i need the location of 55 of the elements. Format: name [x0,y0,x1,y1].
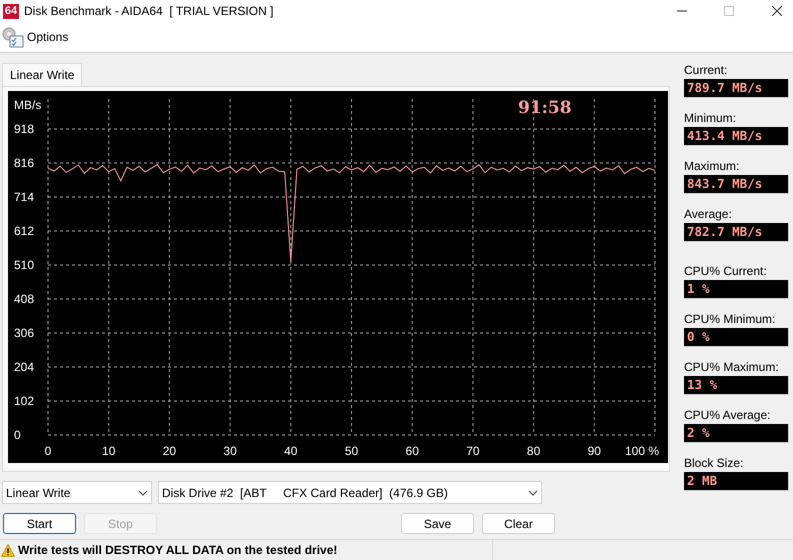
action-button[interactable]: Clear [482,513,555,534]
stat-label: Maximum: [684,159,740,175]
stat-value: 0 % [684,328,789,347]
axis-tick-label: 10 [102,444,116,458]
stat-value: 2 MB [684,472,789,491]
stat-label: CPU% Current: [684,264,768,280]
axis-tick-label: 20 [162,444,176,458]
axis-tick-label: 70 [466,444,480,458]
axis-tick-label: 408 [14,292,34,306]
stat-label: Current: [684,63,728,79]
axis-tick-label: 90 [588,444,601,458]
test-dropdown[interactable]: Linear Write [2,481,152,504]
stat-value: 843.7 MB/s [684,175,789,194]
warning-icon [1,544,15,556]
close-icon[interactable] [772,6,782,16]
axis-tick-label: 816 [14,156,34,170]
warning-text: Write tests will DESTROY ALL DATA on the tested drive! [18,542,338,559]
action-button[interactable]: Start [3,513,76,534]
axis-tick-label: 100 % [624,444,659,458]
stat-label: CPU% Minimum: [684,312,776,328]
stat-label: CPU% Average: [684,408,772,424]
tab[interactable]: Linear Write [2,63,82,86]
stat-value: 782.7 MB/s [684,223,789,242]
axis-tick-label: 0 [14,428,21,442]
stat-label: Block Size: [684,456,744,472]
drive-dropdown[interactable]: Disk Drive #2 [ABT CFX Card Reader] (476.9 GB) [158,481,542,504]
axis-tick-label: 714 [14,190,34,204]
axis-tick-label: 612 [14,224,34,238]
stat-label: Minimum: [684,111,738,127]
axis-tick-label: 510 [14,258,34,272]
axis-tick-label: 30 [223,444,237,458]
app-logo: 64 [3,4,19,18]
stat-value: 1 % [684,280,789,299]
axis-tick-label: 918 [14,122,34,136]
action-button[interactable]: Save [401,513,474,534]
stat-value: 2 % [684,424,789,443]
stat-value: 13 % [684,376,789,395]
axis-tick-label: 50 [344,444,358,458]
axis-tick-label: 40 [284,444,298,458]
stat-label: CPU% Maximum: [684,360,780,376]
axis-tick-label: 102 [14,394,34,408]
axis-tick-label: 60 [406,444,419,458]
axis-tick-label: 0 [44,444,52,458]
window-title: Disk Benchmark - AIDA64 [ TRIAL VERSION ] [24,3,274,20]
stat-value: 789.7 MB/s [684,79,789,98]
axis-tick-label: 80 [526,444,540,458]
options-button[interactable]: Options [1,26,68,48]
timer: 91:58 [518,97,572,120]
axis-tick-label: 204 [14,360,34,374]
chevron-down-icon [528,490,538,496]
axis-tick-label: 306 [14,326,34,340]
stat-label: Average: [684,207,733,223]
chevron-down-icon [138,490,148,496]
stat-value: 413.4 MB/s [684,127,789,146]
axis-unit-label: MB/s [14,98,42,112]
